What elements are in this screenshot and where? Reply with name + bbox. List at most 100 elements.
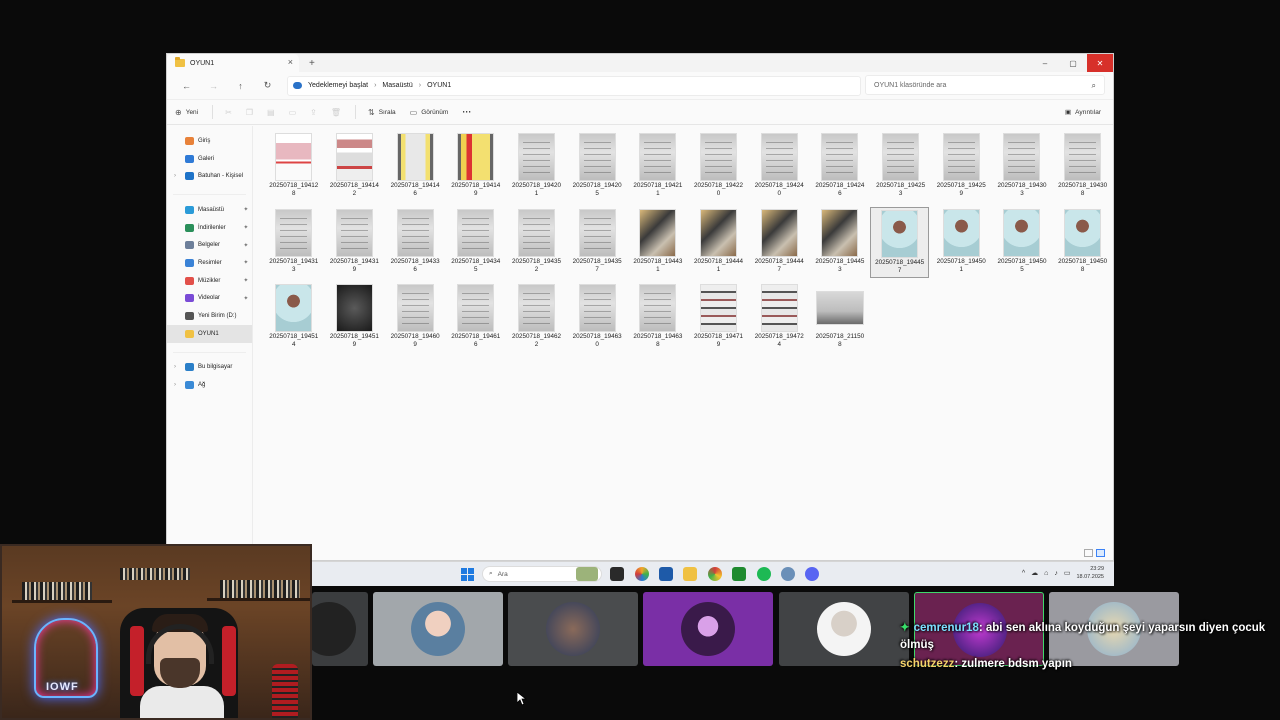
sidebar-item[interactable]: OYUN1 — [167, 324, 253, 343]
file-item[interactable]: 20250718_19412 8 — [263, 131, 324, 207]
new-button[interactable]: ⊕ Yeni — [175, 108, 198, 117]
file-item[interactable]: 20250718_19443 1 — [628, 207, 689, 283]
file-item[interactable]: 20250718_19444 7 — [749, 207, 810, 283]
close-tab-button[interactable]: × — [288, 57, 293, 67]
rename-button[interactable]: ▭ — [289, 108, 297, 117]
tab-oyun1[interactable]: OYUN1 × — [167, 54, 299, 72]
settings-gear-icon[interactable] — [781, 567, 795, 581]
file-item[interactable]: 20250718_19434 5 — [445, 207, 506, 283]
file-item[interactable]: 20250718_19431 3 — [263, 207, 324, 283]
maximize-button[interactable]: ▢ — [1060, 54, 1086, 72]
breadcrumb-oyun1[interactable]: OYUN1 — [427, 82, 451, 89]
sidebar-item[interactable]: Galeri — [167, 150, 252, 168]
copilot-icon[interactable] — [635, 567, 649, 581]
file-item[interactable]: 20250718_19431 9 — [324, 207, 385, 283]
share-button[interactable]: ⇪ — [310, 108, 317, 117]
sort-button[interactable]: ⇅ Sırala — [368, 108, 396, 117]
file-item[interactable]: 20250718_19435 2 — [506, 207, 567, 283]
close-window-button[interactable]: ✕ — [1087, 54, 1113, 72]
file-item[interactable]: 20250718_19430 3 — [992, 131, 1053, 207]
chevron-right-icon[interactable]: › — [174, 173, 176, 179]
file-item[interactable]: 20250718_19430 8 — [1052, 131, 1113, 207]
widget-scenery-icon[interactable] — [576, 567, 598, 581]
sidebar-item[interactable]: Müzikler ✦ — [167, 272, 252, 290]
participant-tile[interactable] — [373, 592, 503, 666]
new-tab-button[interactable]: + — [309, 58, 315, 69]
file-item[interactable]: 20250718_19450 5 — [992, 207, 1053, 283]
refresh-button[interactable]: ↻ — [254, 76, 281, 96]
xbox-icon[interactable] — [732, 567, 746, 581]
large-icons-view-icon[interactable] — [1096, 549, 1105, 557]
file-item[interactable]: 20250718_19471 9 — [688, 282, 749, 358]
file-item[interactable]: 20250718_19424 0 — [749, 131, 810, 207]
volume-icon[interactable]: ♪ — [1054, 570, 1058, 577]
sidebar-item[interactable]: › Bu bilgisayar — [167, 359, 252, 377]
file-explorer-taskbar-icon[interactable] — [683, 567, 697, 581]
discord-icon[interactable] — [805, 567, 819, 581]
address-bar[interactable]: Yedeklemeyi başlat › Masaüstü › OYUN1 — [287, 75, 861, 96]
file-item[interactable]: 20250718_19445 3 — [810, 207, 871, 283]
file-item[interactable]: 20250718_19463 0 — [567, 282, 628, 358]
participant-tile[interactable] — [643, 592, 773, 666]
sidebar-item[interactable]: Videolar ✦ — [167, 290, 252, 308]
file-item[interactable]: 20250718_19445 7 — [870, 206, 929, 278]
file-item[interactable]: 20250718_21150 8 — [810, 282, 871, 358]
sidebar-item[interactable]: Belgeler ✦ — [167, 236, 252, 254]
sidebar-item[interactable]: Masaüstü ✦ — [167, 201, 252, 219]
participant-tile[interactable] — [779, 592, 909, 666]
file-item[interactable]: 20250718_19461 6 — [445, 282, 506, 358]
cut-button[interactable]: ✂ — [225, 108, 232, 117]
back-button[interactable]: ← — [173, 76, 200, 96]
file-item[interactable]: 20250718_19425 3 — [870, 131, 931, 207]
file-item[interactable]: 20250718_19422 0 — [688, 131, 749, 207]
file-item[interactable]: 20250718_19433 6 — [385, 207, 446, 283]
file-item[interactable]: 20250718_19414 9 — [445, 131, 506, 207]
file-item[interactable]: 20250718_19425 9 — [931, 131, 992, 207]
file-item[interactable]: 20250718_19421 1 — [628, 131, 689, 207]
details-view-icon[interactable] — [1084, 549, 1093, 557]
sidebar-item[interactable]: Yeni Birim (D:) — [167, 307, 252, 325]
file-item[interactable]: 20250718_19450 1 — [931, 207, 992, 283]
task-view-icon[interactable] — [610, 567, 624, 581]
sidebar-item[interactable]: Giriş — [167, 132, 252, 150]
minimize-button[interactable]: – — [1032, 54, 1058, 72]
file-item[interactable]: 20250718_19420 1 — [506, 131, 567, 207]
network-icon[interactable]: ⌂ — [1044, 570, 1048, 577]
details-button[interactable]: ▣ Ayrıntılar — [1065, 108, 1101, 117]
file-item[interactable]: 20250718_19414 6 — [385, 131, 446, 207]
clock[interactable]: 23:29 18.07.2025 — [1076, 565, 1104, 581]
sidebar-item[interactable]: › Batuhan - Kişisel — [167, 167, 252, 185]
forward-button[interactable]: → — [200, 76, 227, 96]
up-button[interactable]: ↑ — [227, 76, 254, 96]
start-button[interactable] — [461, 568, 474, 581]
file-item[interactable]: 20250718_19462 2 — [506, 282, 567, 358]
delete-button[interactable]: 🗑 — [331, 108, 341, 117]
spotify-icon[interactable] — [757, 567, 771, 581]
store-icon[interactable] — [659, 567, 673, 581]
participant-tile[interactable] — [508, 592, 638, 666]
file-item[interactable]: 20250718_19414 2 — [324, 131, 385, 207]
file-item[interactable]: 20250718_19420 5 — [567, 131, 628, 207]
tray-chevron-icon[interactable]: ^ — [1022, 570, 1025, 577]
chevron-right-icon[interactable]: › — [174, 382, 176, 388]
file-item[interactable]: 20250718_19435 7 — [567, 207, 628, 283]
more-options-button[interactable]: ··· — [462, 107, 471, 117]
file-item[interactable]: 20250718_19450 8 — [1052, 207, 1113, 283]
sidebar-item[interactable]: Resimler ✦ — [167, 254, 252, 272]
breadcrumb-backup[interactable]: Yedeklemeyi başlat — [308, 82, 368, 89]
sidebar-item[interactable]: İndirilenler ✦ — [167, 219, 252, 237]
view-button[interactable]: ▭ Görünüm — [410, 108, 449, 117]
breadcrumb-desktop[interactable]: Masaüstü — [382, 82, 412, 89]
file-item[interactable]: 20250718_19463 8 — [628, 282, 689, 358]
participant-tile[interactable] — [312, 592, 368, 666]
file-item[interactable]: 20250718_19451 9 — [324, 282, 385, 358]
file-item[interactable]: 20250718_19460 9 — [385, 282, 446, 358]
copy-button[interactable]: ❐ — [246, 108, 253, 117]
paste-button[interactable]: ▤ — [267, 108, 275, 117]
sidebar-item[interactable]: › Ağ — [167, 376, 252, 394]
file-item[interactable]: 20250718_19424 6 — [810, 131, 871, 207]
file-item[interactable]: 20250718_19451 4 — [263, 282, 324, 358]
file-item[interactable]: 20250718_19444 1 — [688, 207, 749, 283]
chevron-right-icon[interactable]: › — [174, 364, 176, 370]
cloud-sync-icon[interactable]: ☁ — [1031, 569, 1038, 577]
